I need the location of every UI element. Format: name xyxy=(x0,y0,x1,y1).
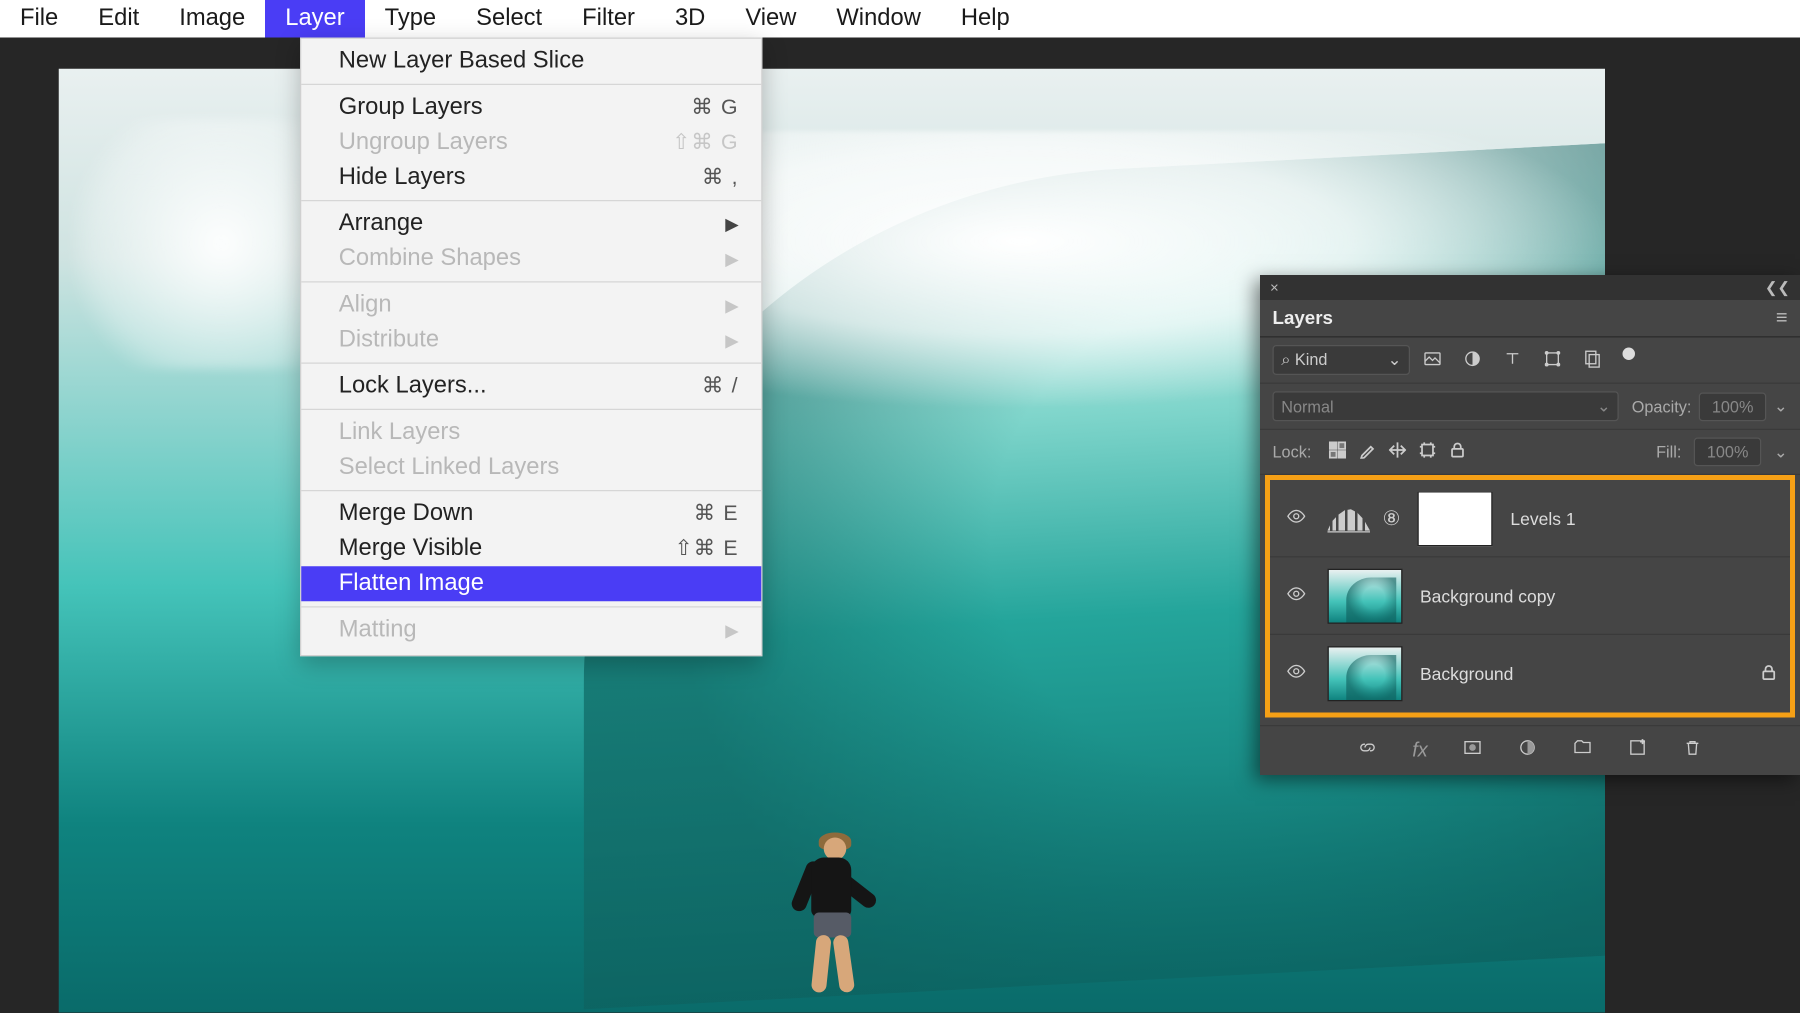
layer-thumb[interactable] xyxy=(1328,568,1403,623)
lock-row: Lock: Fill: 100% ⌄ xyxy=(1260,430,1800,475)
canvas-surfer xyxy=(791,838,866,1001)
submenu-arrow-icon: ▶ xyxy=(725,619,738,640)
menuitem-group-layers[interactable]: Group Layers⌘ G xyxy=(301,90,761,125)
panel-titlebar[interactable]: × ❮❮ xyxy=(1260,275,1800,300)
menuitem-link-layers: Link Layers xyxy=(301,415,761,450)
menu-file[interactable]: File xyxy=(0,0,78,38)
mask-link-icon[interactable]: ⑧ xyxy=(1383,506,1401,531)
link-layers-icon[interactable] xyxy=(1357,738,1377,764)
menu-select[interactable]: Select xyxy=(456,0,562,38)
panel-tabs: Layers ≡ xyxy=(1260,300,1800,338)
lock-pixels-icon[interactable] xyxy=(1359,441,1377,462)
filter-adjustment-icon[interactable] xyxy=(1463,348,1483,372)
submenu-arrow-icon: ▶ xyxy=(725,294,738,315)
menuitem-flatten-image[interactable]: Flatten Image xyxy=(301,566,761,601)
visibility-eye-icon[interactable] xyxy=(1283,506,1311,531)
fill-label: Fill: xyxy=(1656,443,1681,462)
menu-3d[interactable]: 3D xyxy=(655,0,725,38)
layers-highlight-box: ⑧ Levels 1 Background copy Background xyxy=(1265,475,1795,718)
menu-view[interactable]: View xyxy=(725,0,816,38)
layer-row[interactable]: Background copy xyxy=(1270,558,1790,636)
lock-transparency-icon[interactable] xyxy=(1329,441,1347,462)
layer-fx-icon[interactable]: fx xyxy=(1412,739,1428,762)
panel-close-icon[interactable]: × xyxy=(1270,279,1279,297)
visibility-eye-icon[interactable] xyxy=(1283,661,1311,686)
lock-position-icon[interactable] xyxy=(1389,441,1407,462)
menu-bar: FileEditImageLayerTypeSelectFilter3DView… xyxy=(0,0,1800,38)
opacity-label: Opacity: xyxy=(1632,397,1692,416)
visibility-eye-icon[interactable] xyxy=(1283,583,1311,608)
layer-thumb[interactable] xyxy=(1328,646,1403,701)
layer-name[interactable]: Background copy xyxy=(1420,586,1555,606)
delete-layer-icon[interactable] xyxy=(1683,738,1703,764)
layer-menu-dropdown: New Layer Based Slice Group Layers⌘ GUngr… xyxy=(300,38,763,657)
menuitem-select-linked-layers: Select Linked Layers xyxy=(301,450,761,485)
panel-menu-icon[interactable]: ≡ xyxy=(1776,307,1788,330)
menuitem-align: Align▶ xyxy=(301,288,761,323)
menu-help[interactable]: Help xyxy=(941,0,1030,38)
new-layer-icon[interactable] xyxy=(1628,738,1648,764)
menuitem-arrange[interactable]: Arrange▶ xyxy=(301,206,761,241)
menu-type[interactable]: Type xyxy=(365,0,457,38)
submenu-arrow-icon: ▶ xyxy=(725,329,738,350)
layer-mask-thumb[interactable] xyxy=(1418,491,1493,546)
panel-collapse-icon[interactable]: ❮❮ xyxy=(1765,279,1790,297)
filter-kind-select[interactable]: ⌕ Kind ⌄ xyxy=(1273,345,1411,375)
menu-window[interactable]: Window xyxy=(816,0,940,38)
levels-histogram-icon xyxy=(1328,504,1371,532)
chevron-down-icon: ⌄ xyxy=(1597,396,1611,416)
layers-panel: × ❮❮ Layers ≡ ⌕ Kind ⌄ Normal⌄ Opacity: … xyxy=(1260,275,1800,775)
menuitem-lock-layers-[interactable]: Lock Layers...⌘ / xyxy=(301,369,761,404)
lock-label: Lock: xyxy=(1273,443,1312,462)
filter-toggle[interactable] xyxy=(1623,348,1636,361)
submenu-arrow-icon: ▶ xyxy=(725,248,738,269)
filter-type-icon[interactable] xyxy=(1503,348,1523,372)
filter-pixel-icon[interactable] xyxy=(1423,348,1443,372)
chevron-down-icon[interactable]: ⌄ xyxy=(1774,442,1788,462)
layer-name[interactable]: Levels 1 xyxy=(1510,508,1575,528)
menuitem-combine-shapes: Combine Shapes▶ xyxy=(301,241,761,276)
menu-filter[interactable]: Filter xyxy=(562,0,655,38)
blend-mode-select[interactable]: Normal⌄ xyxy=(1273,391,1620,421)
group-icon[interactable] xyxy=(1573,738,1593,764)
tab-layers[interactable]: Layers xyxy=(1273,308,1333,329)
layer-row[interactable]: Background xyxy=(1270,635,1790,713)
layer-mask-icon[interactable] xyxy=(1463,738,1483,764)
opacity-field[interactable]: 100% xyxy=(1699,392,1767,421)
layer-lock-icon xyxy=(1760,663,1778,684)
menu-edit[interactable]: Edit xyxy=(78,0,159,38)
submenu-arrow-icon: ▶ xyxy=(725,213,738,234)
lock-all-icon[interactable] xyxy=(1449,441,1467,462)
chevron-down-icon[interactable]: ⌄ xyxy=(1774,396,1788,416)
layer-row[interactable]: ⑧ Levels 1 xyxy=(1270,480,1790,558)
menu-layer[interactable]: Layer xyxy=(265,0,364,38)
menuitem-new-layer-based-slice[interactable]: New Layer Based Slice xyxy=(301,44,761,79)
menuitem-hide-layers[interactable]: Hide Layers⌘ , xyxy=(301,160,761,195)
blend-row: Normal⌄ Opacity: 100% ⌄ xyxy=(1260,384,1800,430)
menuitem-matting: Matting▶ xyxy=(301,613,761,648)
menuitem-merge-down[interactable]: Merge Down⌘ E xyxy=(301,496,761,531)
panel-footer: fx xyxy=(1260,725,1800,775)
menuitem-ungroup-layers: Ungroup Layers⇧⌘ G xyxy=(301,125,761,160)
chevron-down-icon: ⌄ xyxy=(1388,350,1402,370)
filter-smartobject-icon[interactable] xyxy=(1583,348,1603,372)
fill-field[interactable]: 100% xyxy=(1694,438,1762,467)
filter-shape-icon[interactable] xyxy=(1543,348,1563,372)
layer-filter-row: ⌕ Kind ⌄ xyxy=(1260,338,1800,384)
menu-image[interactable]: Image xyxy=(159,0,265,38)
layer-name[interactable]: Background xyxy=(1420,664,1513,684)
menuitem-distribute: Distribute▶ xyxy=(301,323,761,358)
menuitem-merge-visible[interactable]: Merge Visible⇧⌘ E xyxy=(301,531,761,566)
adjustment-layer-icon[interactable] xyxy=(1518,738,1538,764)
lock-artboard-icon[interactable] xyxy=(1419,441,1437,462)
